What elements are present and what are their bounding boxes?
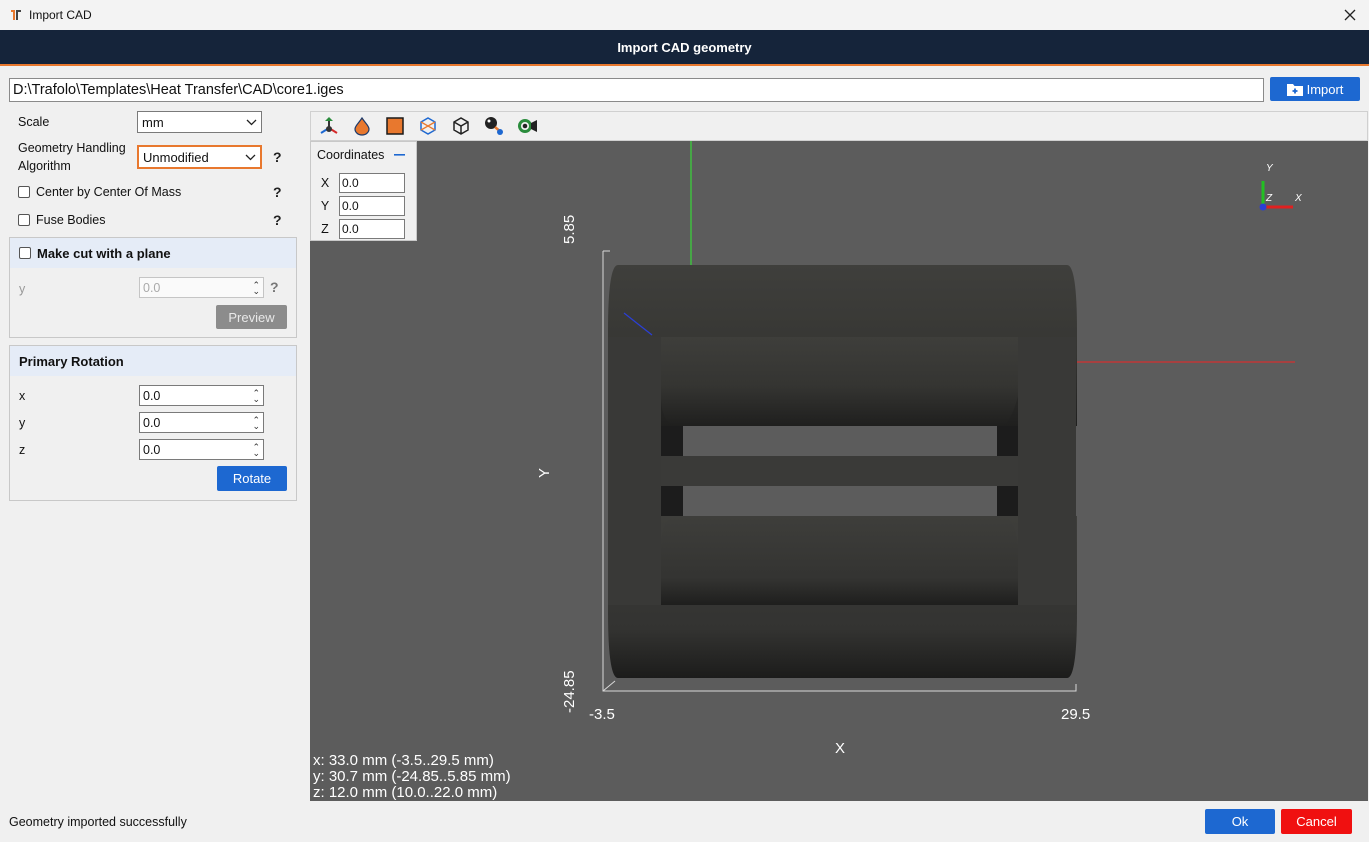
coord-x-label: X (320, 176, 330, 190)
solid-view-button[interactable] (383, 114, 407, 138)
stat-z: z: 12.0 mm (10.0..22.0 mm) (313, 784, 498, 801)
algorithm-label-line1: Geometry Handling (18, 141, 126, 155)
algorithm-label-line2: Algorithm (18, 159, 71, 173)
triad-y-label: Y (1266, 163, 1273, 174)
3d-viewport[interactable]: Y X Z 5.85 -24.85 Y -3.5 29.5 X x: 33.0 … (310, 141, 1368, 801)
window-title: Import CAD (29, 8, 92, 22)
cut-axis-label: y (19, 282, 26, 296)
fuse-help-icon[interactable]: ? (273, 212, 282, 228)
cut-plane-header: Make cut with a plane (10, 238, 296, 268)
wireframe-icon (420, 117, 436, 135)
cut-help-icon[interactable]: ? (270, 279, 279, 295)
y-top-value: 5.85 (561, 214, 578, 244)
center-of-mass-label: Center by Center Of Mass (36, 185, 182, 199)
lighting-icon (485, 117, 503, 135)
camera-tool-button[interactable] (515, 114, 539, 138)
chevron-down-icon (246, 119, 257, 125)
rotate-button[interactable]: Rotate (217, 466, 287, 491)
cut-value: 0.0 (143, 280, 161, 295)
stat-y: y: 30.7 mm (-24.85..5.85 mm) (313, 768, 511, 785)
dimension-stats: x: 33.0 mm (-3.5..29.5 mm) y: 30.7 mm (-… (313, 753, 511, 801)
coord-x-input[interactable]: 0.0 (339, 173, 405, 193)
x-right-value: 29.5 (1061, 706, 1091, 723)
fuse-bodies-checkbox[interactable] (18, 214, 30, 226)
y-axis-label: Y (536, 467, 553, 478)
center-of-mass-checkbox[interactable] (18, 186, 30, 198)
geometry-render (602, 141, 1295, 692)
wireframe-view-button[interactable] (416, 114, 440, 138)
preview-button[interactable]: Preview (216, 305, 287, 329)
folder-add-icon (1286, 83, 1303, 96)
cut-plane-checkbox[interactable] (19, 247, 31, 259)
coord-y-row: Y 0.0 (311, 196, 405, 216)
rotation-y-label: y (19, 416, 26, 430)
stat-x: x: 33.0 mm (-3.5..29.5 mm) (313, 752, 494, 769)
cancel-button[interactable]: Cancel (1281, 809, 1352, 834)
app-logo-icon (11, 10, 21, 20)
cut-plane-title: Make cut with a plane (37, 245, 171, 261)
coord-z-label: Z (321, 222, 329, 236)
rotation-y-value: 0.0 (143, 415, 161, 430)
algorithm-help-icon[interactable]: ? (273, 149, 282, 165)
coord-y-input[interactable]: 0.0 (339, 196, 405, 216)
axes-icon (320, 117, 338, 134)
camera-icon (518, 119, 537, 133)
status-bar: Geometry imported successfully (0, 802, 1369, 842)
rotation-header: Primary Rotation (10, 346, 296, 376)
solid-square-icon (386, 117, 404, 135)
lighting-tool-button[interactable] (482, 114, 506, 138)
rotation-x-label: x (19, 389, 26, 403)
cube-view-button[interactable] (449, 114, 473, 138)
fuse-bodies-label: Fuse Bodies (36, 213, 106, 227)
y-bottom-value: -24.85 (561, 670, 578, 713)
x-left-value: -3.5 (589, 706, 615, 723)
axes-tool-button[interactable] (317, 114, 341, 138)
coordinates-title: Coordinates (317, 148, 385, 162)
coord-z-row: Z 0.0 (311, 219, 405, 239)
coordinates-panel: Coordinates X 0.0 Y 0.0 Z 0.0 (310, 141, 417, 241)
scale-value: mm (142, 114, 164, 130)
drop-icon (354, 116, 370, 136)
ok-button[interactable]: Ok (1205, 809, 1275, 834)
rotation-y-spinbox[interactable]: 0.0 ⌃ ⌄ (139, 412, 264, 433)
coordinates-header: Coordinates (311, 142, 416, 168)
window-titlebar: Import CAD (0, 0, 1369, 30)
import-button-label: Import (1306, 81, 1344, 97)
dialog-header: Import CAD geometry (0, 30, 1369, 66)
material-tool-button[interactable] (350, 114, 374, 138)
close-window-button[interactable] (1339, 4, 1361, 26)
file-path-input[interactable] (9, 78, 1264, 102)
spin-arrows-icon: ⌃ ⌄ (252, 387, 260, 404)
rotation-x-spinbox[interactable]: 0.0 ⌃ ⌄ (139, 385, 264, 406)
import-button[interactable]: Import (1270, 77, 1360, 101)
status-message: Geometry imported successfully (9, 815, 187, 829)
algorithm-value: Unmodified (143, 149, 209, 165)
rotation-z-label: z (19, 443, 26, 457)
collapse-icon[interactable] (394, 153, 406, 157)
triad-x-label: X (1295, 193, 1302, 204)
viewer-toolbar (310, 111, 1368, 141)
cut-value-spinbox[interactable]: 0.0 ⌃ ⌄ (139, 277, 264, 298)
scale-label: Scale (18, 115, 50, 129)
coord-z-input[interactable]: 0.0 (339, 219, 405, 239)
scale-select[interactable]: mm (137, 111, 262, 133)
rotation-z-value: 0.0 (143, 442, 161, 457)
algorithm-select[interactable]: Unmodified (137, 145, 262, 169)
cube-icon (453, 117, 469, 135)
spin-arrows-icon: ⌃ ⌄ (252, 441, 260, 458)
triad-z-label: Z (1266, 193, 1273, 204)
close-icon (1344, 9, 1356, 21)
rotation-z-spinbox[interactable]: 0.0 ⌃ ⌄ (139, 439, 264, 460)
center-help-icon[interactable]: ? (273, 184, 282, 200)
chevron-down-icon (245, 154, 256, 160)
spin-arrows-icon: ⌃ ⌄ (252, 414, 260, 431)
coord-x-row: X 0.0 (311, 173, 405, 193)
x-axis-label: X (835, 740, 846, 757)
coord-y-label: Y (320, 199, 330, 213)
rotation-x-value: 0.0 (143, 388, 161, 403)
spin-arrows-icon: ⌃ ⌄ (252, 279, 260, 296)
